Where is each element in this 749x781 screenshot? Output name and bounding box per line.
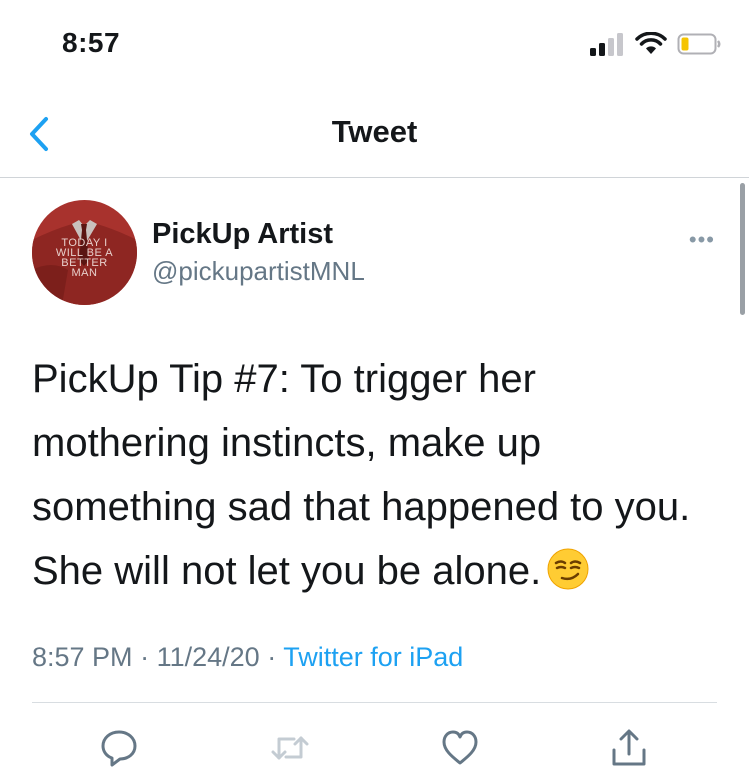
more-options-icon[interactable]: ••• [689, 227, 715, 253]
author-handle[interactable]: @pickupartistMNL [152, 256, 365, 287]
author-name[interactable]: PickUp Artist [152, 218, 333, 251]
status-bar: 8:57 [0, 0, 749, 90]
action-bar [0, 728, 749, 768]
retweet-icon [271, 736, 309, 760]
reply-button[interactable] [99, 728, 139, 768]
meta-separator: · [267, 642, 277, 672]
avatar-text: TODAY I WILL BE A BETTER MAN [55, 237, 114, 279]
scrollbar[interactable] [740, 183, 745, 315]
meta-separator: · [140, 642, 150, 672]
avatar[interactable]: TODAY I WILL BE A BETTER MAN [32, 200, 137, 305]
tweet-date: 11/24/20 [156, 642, 260, 672]
tweet-text: PickUp Tip #7: To trigger her mothering … [32, 347, 722, 603]
signal-bars-icon [590, 33, 623, 56]
tweet-time: 8:57 PM [32, 642, 133, 672]
status-time: 8:57 [62, 27, 121, 58]
battery-low-icon [677, 33, 721, 55]
wifi-icon [635, 32, 667, 54]
like-button[interactable] [440, 728, 480, 768]
smirking-face-icon [547, 548, 589, 590]
divider [32, 702, 717, 703]
tweet-source-link[interactable]: Twitter for iPad [283, 642, 463, 672]
share-icon [612, 729, 646, 766]
like-icon [442, 730, 478, 765]
tweet-body: PickUp Tip #7: To trigger her mothering … [32, 357, 691, 593]
tweet-meta: 8:57 PM · 11/24/20 · Twitter for iPad [32, 642, 463, 673]
reply-icon [101, 730, 137, 767]
nav-bar: Tweet [0, 90, 749, 178]
status-icons [589, 32, 721, 56]
retweet-button[interactable] [270, 728, 310, 768]
share-button[interactable] [609, 728, 649, 768]
page-title: Tweet [331, 114, 418, 149]
